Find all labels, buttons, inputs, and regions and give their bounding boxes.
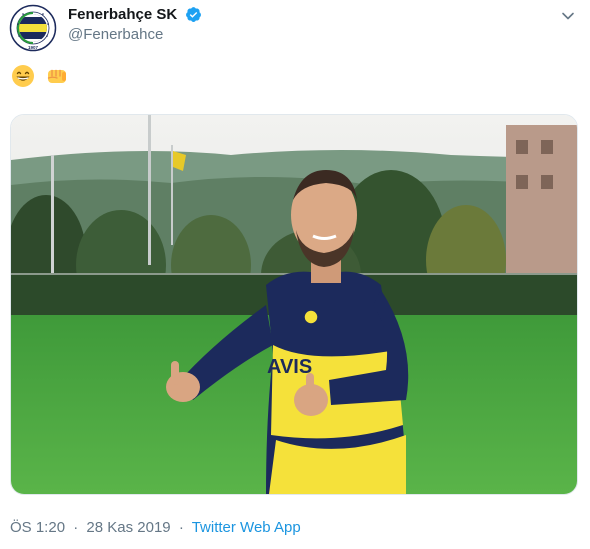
tweet-media-photo[interactable]: AVIS (10, 114, 578, 495)
verified-badge-icon (185, 7, 201, 23)
oncoming-fist-emoji-icon (47, 69, 67, 84)
tweet-date[interactable]: 28 Kas 2019 (86, 519, 170, 536)
club-crest-icon: 1907 (9, 4, 57, 52)
user-handle[interactable]: @Fenerbahce (68, 26, 202, 43)
crest-year: 1907 (28, 45, 39, 50)
meta-separator-2: · (178, 519, 184, 536)
grinning-face-emoji-icon (12, 65, 34, 88)
tweet: 1907 Fenerbahçe SK @Fenerbahce AVIS ÖS 1… (0, 0, 590, 549)
user-info: Fenerbahçe SK @Fenerbahce (68, 6, 202, 43)
tweet-source-link[interactable]: Twitter Web App (192, 519, 301, 536)
jersey-sponsor: AVIS (267, 356, 312, 378)
avatar[interactable]: 1907 (9, 4, 57, 52)
tweet-text (11, 62, 73, 88)
tweet-meta: ÖS 1:20 · 28 Kas 2019 · Twitter Web App (10, 519, 301, 536)
meta-separator: · (73, 519, 79, 536)
tweet-time[interactable]: ÖS 1:20 (10, 519, 65, 536)
chevron-down-icon[interactable] (560, 8, 576, 24)
player-photo: AVIS (11, 115, 577, 494)
display-name[interactable]: Fenerbahçe SK (68, 6, 177, 23)
